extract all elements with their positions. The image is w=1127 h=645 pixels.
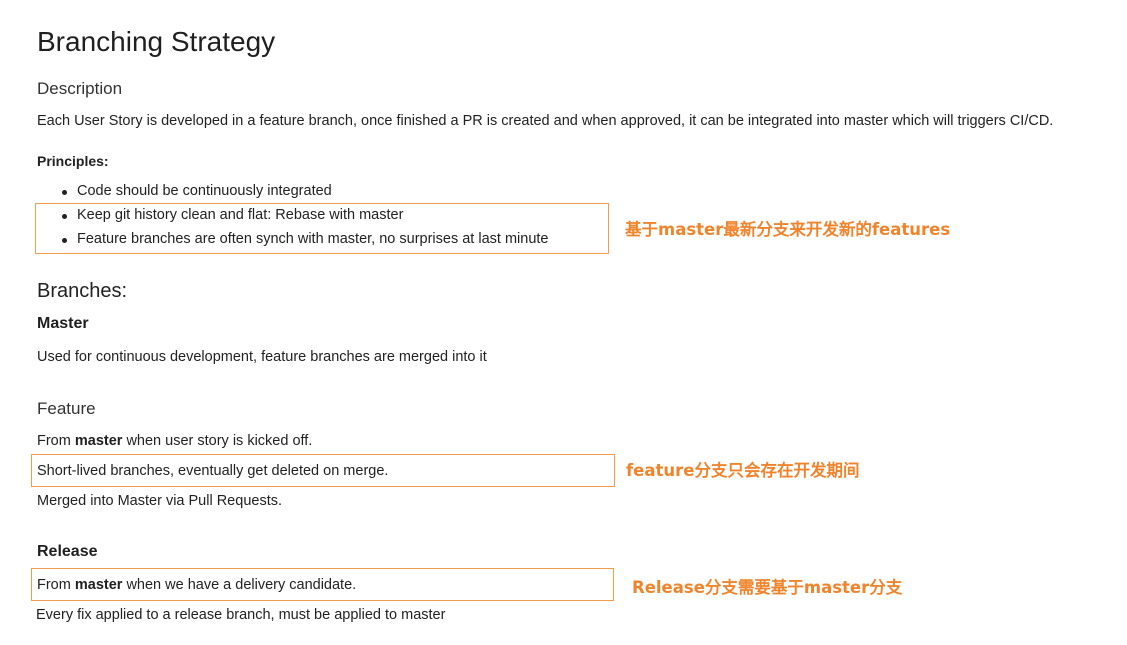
description-text: Each User Story is developed in a featur…	[37, 113, 1054, 129]
description-heading: Description	[37, 79, 123, 98]
release-heading: Release	[37, 543, 98, 560]
principles-highlight-box	[35, 203, 609, 254]
release-origin-suffix: when we have a delivery candidate.	[122, 577, 357, 593]
feature-origin-bold: master	[74, 433, 123, 449]
feature-heading: Feature	[37, 399, 96, 418]
branches-heading: Branches:	[37, 280, 128, 302]
principles-label: Principles:	[37, 153, 109, 169]
feature-origin-prefix: From	[37, 433, 75, 449]
release-fix-line: Every fix applied to a release branch, m…	[36, 607, 446, 623]
release-annotation: Release分支需要基于master分支	[632, 578, 903, 597]
feature-annotation: feature分支只会存在开发期间	[626, 461, 860, 480]
feature-origin-line: From master when user story is kicked of…	[37, 433, 312, 449]
master-heading: Master	[37, 315, 89, 332]
release-origin-bold: master	[74, 577, 123, 593]
feature-lifetime-line: Short-lived branches, eventually get del…	[37, 463, 389, 479]
principle-item: Code should be continuously integrated	[62, 183, 332, 199]
feature-merge-line: Merged into Master via Pull Requests.	[37, 493, 282, 509]
page-title: Branching Strategy	[37, 26, 276, 57]
release-origin-prefix: From	[37, 577, 75, 593]
principles-annotation: 基于master最新分支来开发新的features	[625, 220, 951, 239]
feature-origin-suffix: when user story is kicked off.	[122, 433, 313, 449]
master-text: Used for continuous development, feature…	[37, 349, 487, 365]
release-origin-line: From master when we have a delivery cand…	[37, 577, 356, 593]
